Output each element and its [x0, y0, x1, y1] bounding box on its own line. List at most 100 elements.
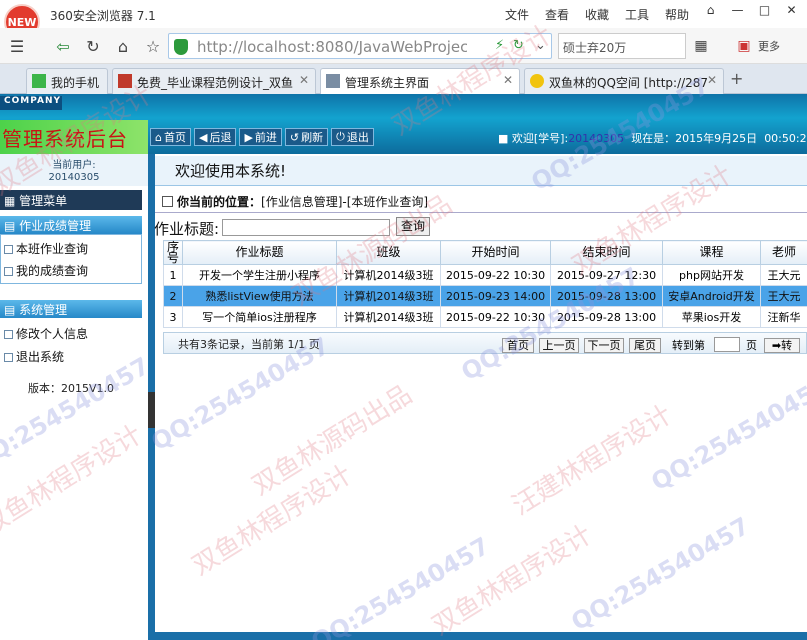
welcome-user: 20140305	[568, 132, 625, 145]
browser-navbar: ☰ ⇦ ↻ ⌂ ☆ http://localhost:8080/JavaWebP…	[0, 28, 807, 64]
reload-icon[interactable]: ↻	[513, 38, 524, 53]
screen: NEW 360安全浏览器 7.1 文件 查看 收藏 工具 帮助 ⌂ — □ ✕ …	[0, 0, 807, 640]
doc-icon	[4, 353, 13, 362]
close-button[interactable]: ✕	[778, 0, 805, 20]
browser-menu: 文件 查看 收藏 工具 帮助	[505, 6, 705, 23]
table-row-selected[interactable]: 2 熟悉listView使用方法 计算机2014级3班 2015-09-23 1…	[163, 285, 807, 307]
close-tab-icon[interactable]: ✕	[299, 73, 309, 87]
more-menu[interactable]: 更多	[758, 38, 780, 54]
close-tab-icon[interactable]: ✕	[503, 73, 513, 87]
back-button[interactable]: ◀ 后退	[193, 128, 237, 146]
skin-icon[interactable]: ⌂	[697, 0, 724, 20]
power-icon: ⏻	[336, 130, 345, 143]
tab-free-course[interactable]: 免费_毕业课程范例设计_双鱼 ✕	[112, 68, 316, 94]
browser-title: 360安全浏览器 7.1	[50, 9, 156, 23]
minimize-button[interactable]: —	[724, 0, 751, 20]
cell-class: 计算机2014级3班	[336, 264, 441, 286]
company-label: COMPANY	[0, 96, 62, 110]
menu-file[interactable]: 文件	[505, 6, 545, 23]
refresh-button[interactable]: ↺ 刷新	[284, 128, 329, 146]
tab-qq-space[interactable]: 双鱼林的QQ空间 [http://287 ✕	[524, 68, 724, 94]
page-number-input[interactable]	[714, 337, 740, 352]
sidebar-item-my-scores[interactable]: 我的成绩查询	[4, 262, 88, 279]
prev-page-button[interactable]: 上一页	[539, 338, 579, 353]
sidebar-item-logout[interactable]: 退出系统	[4, 348, 64, 365]
watermark: 双鱼林源码出品	[247, 379, 418, 502]
menu-group-system[interactable]: ▤ 系统管理	[0, 300, 142, 318]
cell-end: 2015-09-28 13:00	[550, 306, 663, 328]
doc-icon	[4, 267, 13, 276]
watermark: QQ:254540457	[646, 371, 807, 497]
home-icon: ⌂	[155, 130, 162, 144]
menu-view[interactable]: 查看	[545, 6, 585, 23]
lightning-icon[interactable]: ⚡	[495, 38, 504, 53]
pager: 共有3条记录，当前第 1/1 页 首页 上一页 下一页 尾页 转到第 页 ➡转	[163, 332, 807, 354]
table-row[interactable]: 3 写一个简单ios注册程序 计算机2014级3班 2015-09-22 10:…	[163, 306, 807, 328]
last-page-button[interactable]: 尾页	[629, 338, 661, 353]
arrow-left-icon: ◀	[198, 130, 208, 144]
col-header-start[interactable]: 开始时间	[440, 240, 551, 265]
cell-seq: 3	[163, 306, 183, 328]
menu-icon[interactable]: ☰	[6, 35, 28, 57]
home-icon[interactable]: ⌂	[112, 35, 134, 57]
col-header-teacher[interactable]: 老师	[760, 240, 807, 265]
cell-start: 2015-09-22 10:30	[440, 264, 551, 286]
welcome-prefix: 欢迎[学号]:	[511, 132, 569, 145]
go-button[interactable]: ➡转	[764, 338, 800, 353]
browser-titlebar: NEW 360安全浏览器 7.1 文件 查看 收藏 工具 帮助 ⌂ — □ ✕	[0, 0, 807, 40]
close-tab-icon[interactable]: ✕	[707, 73, 717, 87]
tab-my-phone[interactable]: 我的手机	[26, 68, 108, 94]
collapse-handle[interactable]	[148, 392, 155, 428]
breadcrumb: 你当前的位置：[作业信息管理]-[本班作业查询]	[162, 193, 428, 210]
address-bar[interactable]: http://localhost:8080/JavaWebProject/loc…	[168, 33, 552, 59]
chevron-down-icon[interactable]: ⌄	[535, 38, 546, 53]
search-text: 硕士弃20万	[563, 41, 627, 55]
cell-title: 开发一个学生注册小程序	[182, 264, 337, 286]
gift-icon[interactable]: ▣	[733, 35, 755, 57]
refresh-icon[interactable]: ↻	[82, 35, 104, 57]
tab-main-interface[interactable]: 管理系统主界面 ✕	[320, 68, 520, 94]
menu-tools[interactable]: 工具	[625, 6, 665, 23]
col-header-seq[interactable]: 序号	[163, 240, 183, 265]
watermark: QQ:254540457	[566, 511, 755, 637]
home-button[interactable]: ⌂ 首页	[150, 128, 191, 146]
phone-icon	[32, 74, 46, 88]
sidebar-item-class-homework[interactable]: 本班作业查询	[4, 240, 88, 257]
query-button[interactable]: 查询	[396, 217, 430, 236]
watermark: 双鱼林程序设计	[187, 459, 358, 582]
cell-course: 安卓Android开发	[662, 285, 761, 307]
apps-icon[interactable]: ▦	[690, 35, 712, 57]
back-icon[interactable]: ⇦	[52, 35, 74, 57]
query-label: 作业标题:	[154, 220, 220, 238]
sidebar-item-edit-profile[interactable]: 修改个人信息	[4, 325, 88, 342]
cell-teacher: 汪新华	[760, 306, 807, 328]
forward-button[interactable]: ▶ 前进	[239, 128, 282, 146]
col-header-course[interactable]: 课程	[662, 240, 761, 265]
cell-start: 2015-09-23 14:00	[440, 285, 551, 307]
new-tab-icon[interactable]: +	[730, 69, 743, 88]
logout-button[interactable]: ⏻ 退出	[331, 128, 374, 146]
cell-end: 2015-09-28 13:00	[550, 285, 663, 307]
title-search-input[interactable]	[222, 219, 390, 236]
col-header-end[interactable]: 结束时间	[550, 240, 663, 265]
menu-favorites[interactable]: 收藏	[585, 6, 625, 23]
maximize-button[interactable]: □	[751, 0, 778, 20]
col-header-class[interactable]: 班级	[336, 240, 441, 265]
menu-group-homework[interactable]: ▤ 作业成绩管理	[0, 216, 142, 234]
cell-class: 计算机2014级3班	[336, 306, 441, 328]
cell-end: 2015-09-27 12:30	[550, 264, 663, 286]
table-row[interactable]: 1 开发一个学生注册小程序 计算机2014级3班 2015-09-22 10:3…	[163, 264, 807, 286]
search-box[interactable]: 硕士弃20万	[558, 33, 686, 59]
arrow-right-icon: ➡	[771, 339, 782, 352]
doc-icon	[4, 330, 13, 339]
refresh-icon: ↺	[289, 130, 300, 144]
watermark: 双鱼林程序设计	[427, 519, 598, 640]
page-unit-label: 页	[746, 339, 757, 352]
star-icon[interactable]: ☆	[142, 35, 164, 57]
cell-seq: 1	[163, 264, 183, 286]
current-user-id: 20140305	[48, 172, 100, 183]
col-header-title[interactable]: 作业标题	[182, 240, 337, 265]
first-page-button[interactable]: 首页	[502, 338, 534, 353]
next-page-button[interactable]: 下一页	[584, 338, 624, 353]
image-icon	[326, 74, 340, 88]
